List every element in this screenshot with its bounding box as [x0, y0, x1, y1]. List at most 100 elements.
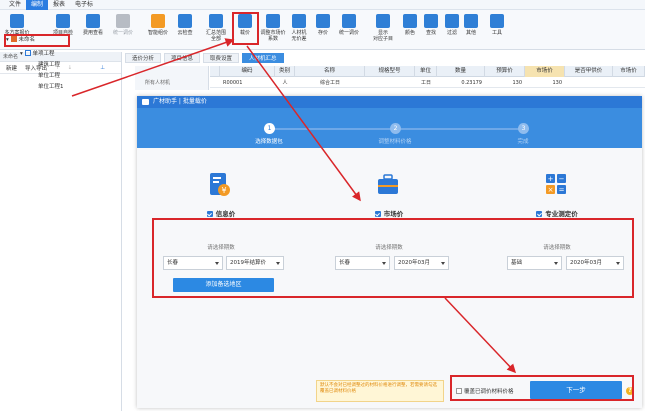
menu-bar: 文件 编制 报表 电子标: [0, 0, 645, 10]
market-price-option[interactable]: 市场价: [305, 208, 473, 218]
checkbox-checked-icon[interactable]: [536, 211, 543, 217]
step-3-label: 完成: [517, 139, 529, 145]
info-price-icon: ¥: [210, 173, 230, 196]
ribbon-toolbar: 多方案报价 项目自检 费用查看 统一调价 智能组价 云检查 汇总范围 全部 载价 …: [0, 10, 645, 50]
grid-header-index: [210, 66, 220, 77]
cell-code: R00001: [223, 80, 243, 86]
binoculars-icon: [424, 14, 438, 28]
tab-labor-material-summary[interactable]: 人材机汇总: [242, 53, 284, 63]
cell-unit: 工日: [420, 80, 431, 86]
tree-item-unit1[interactable]: 单位工程1: [38, 83, 64, 91]
svg-text:¥: ¥: [221, 186, 226, 195]
view-tabs: 造价分析 项目信息 取费设置 人材机汇总: [125, 52, 645, 63]
checkbox-checked-icon[interactable]: [206, 211, 213, 217]
filter-icon: [445, 14, 459, 28]
tree-item-unit[interactable]: 单位工程: [38, 72, 60, 80]
adjust-icon: [342, 14, 356, 28]
grid-header-code: 编码: [220, 66, 275, 77]
other-icon: [464, 14, 478, 28]
calculator-icon: + − × =: [546, 174, 566, 194]
cell-name: 综合工日: [319, 80, 340, 86]
svg-text:−: −: [559, 175, 565, 183]
tree-item-single-project[interactable]: ▾ 单项工程: [20, 50, 55, 58]
cell-market-price: 130: [552, 80, 562, 86]
grid-header-spec: 规格型号: [365, 66, 415, 77]
step-2-indicator: 2: [390, 123, 401, 134]
professional-price-option[interactable]: 专业测定价: [473, 208, 641, 218]
tab-project-info[interactable]: 项目信息: [164, 53, 201, 63]
briefcase-icon: [378, 174, 398, 194]
fee-view-icon: [86, 14, 100, 28]
project-tree-panel: 未命名 新建 导入导出 ↑ ↓ ⊥: [0, 52, 122, 411]
cloud-check-button[interactable]: 云检查: [172, 12, 198, 46]
other-button[interactable]: 其他: [458, 12, 484, 46]
dialog-title: 广材助手 | 批量载价: [153, 98, 207, 105]
tools-icon: [490, 14, 504, 28]
summary-icon: [209, 14, 223, 28]
store-icon: [316, 14, 330, 28]
move-down-icon[interactable]: ↓: [68, 65, 73, 71]
smart-pricing-button[interactable]: 智能组价: [145, 12, 171, 46]
cell-spec: [365, 78, 415, 88]
menu-electronic-bid[interactable]: 电子标: [70, 0, 98, 10]
dialog-title-bar: 广材助手 | 批量载价: [137, 96, 642, 108]
step-3-indicator: 3: [518, 123, 529, 134]
grid-header-supplied: 是否甲供价: [565, 66, 613, 77]
price-source-highlight: [152, 218, 634, 298]
display-icon: [376, 14, 390, 28]
app-logo-icon: [142, 99, 149, 105]
tab-cost-analysis[interactable]: 造价分析: [125, 53, 162, 63]
labor-icon: [292, 14, 306, 28]
panel-header: 未命名: [0, 52, 121, 62]
overwrite-warning-note: 默认不会对已经调整过的材料价格进行调整，若需要请勾选覆盖已调材料价格: [316, 380, 444, 402]
info-price-option[interactable]: 信息价: [137, 208, 305, 218]
wizard-steps: 1 2 3 选择数据包 调整材料价格 完成: [137, 108, 642, 148]
tree-item-building[interactable]: 建筑工程: [38, 61, 60, 69]
tools-button[interactable]: 工具: [484, 12, 510, 46]
cell-quantity: 0.23179: [461, 80, 482, 86]
store-price-button[interactable]: 存价: [310, 12, 336, 46]
grid-header-type: 类别: [275, 66, 295, 77]
new-button[interactable]: 新建: [6, 64, 17, 72]
home-icon: [24, 50, 31, 56]
grid-header-name: 名称: [295, 66, 365, 77]
show-subitem-button[interactable]: 显示 对应子目: [370, 12, 396, 46]
labor-material-button[interactable]: 人材机 无价差: [286, 12, 312, 46]
load-price-highlight: [232, 12, 259, 45]
unified-adjust-button-1[interactable]: 统一调价: [110, 12, 136, 46]
table-row[interactable]: R00001 人 综合工日 工日 0.23179 130 130: [210, 78, 645, 88]
panel-toolbar: 新建 导入导出 ↑ ↓ ⊥: [0, 62, 121, 74]
adjust-market-icon: [266, 14, 280, 28]
svg-text:+: +: [548, 175, 554, 183]
cloud-icon: [178, 14, 192, 28]
step-1-label: 选择数据包: [255, 139, 283, 145]
menu-file[interactable]: 文件: [4, 0, 26, 10]
tab-fee-settings[interactable]: 取费设置: [203, 53, 240, 63]
tree-root-highlight: [4, 34, 70, 47]
fee-view-button[interactable]: 费用查看: [80, 12, 106, 46]
svg-text:×: ×: [548, 186, 554, 194]
adjust-icon: [116, 14, 130, 28]
summary-range-button[interactable]: 汇总范围 全部: [203, 12, 229, 46]
pin-icon[interactable]: ⊥: [100, 65, 105, 71]
next-step-highlight: [450, 375, 634, 401]
grid-header: 编码 类别 名称 规格型号 单位 数量 预算价 市场价 是否甲供价 市场价: [210, 66, 645, 77]
self-check-icon: [56, 14, 70, 28]
grid-header-unit: 单位: [415, 66, 437, 77]
grid-header-quantity: 数量: [437, 66, 485, 77]
checkbox-checked-icon[interactable]: [374, 211, 381, 217]
step-1-indicator: 1: [264, 123, 275, 134]
grid-header-market-price: 市场价: [525, 66, 565, 77]
category-all[interactable]: 所有人材机: [135, 66, 208, 86]
menu-report[interactable]: 报表: [48, 0, 70, 10]
smart-pricing-icon: [151, 14, 165, 28]
cell-budget-price: 130: [512, 80, 522, 86]
unified-adjust-button-2[interactable]: 统一调价: [336, 12, 362, 46]
adjust-market-price-button[interactable]: 调整市场价 系数: [260, 12, 286, 46]
cell-type: 人: [282, 80, 288, 86]
grid-header-budget-price: 预算价: [485, 66, 525, 77]
multi-plan-icon: [10, 14, 24, 28]
menu-edit[interactable]: 编制: [26, 0, 49, 10]
palette-icon: [403, 14, 417, 28]
svg-text:=: =: [559, 186, 565, 194]
